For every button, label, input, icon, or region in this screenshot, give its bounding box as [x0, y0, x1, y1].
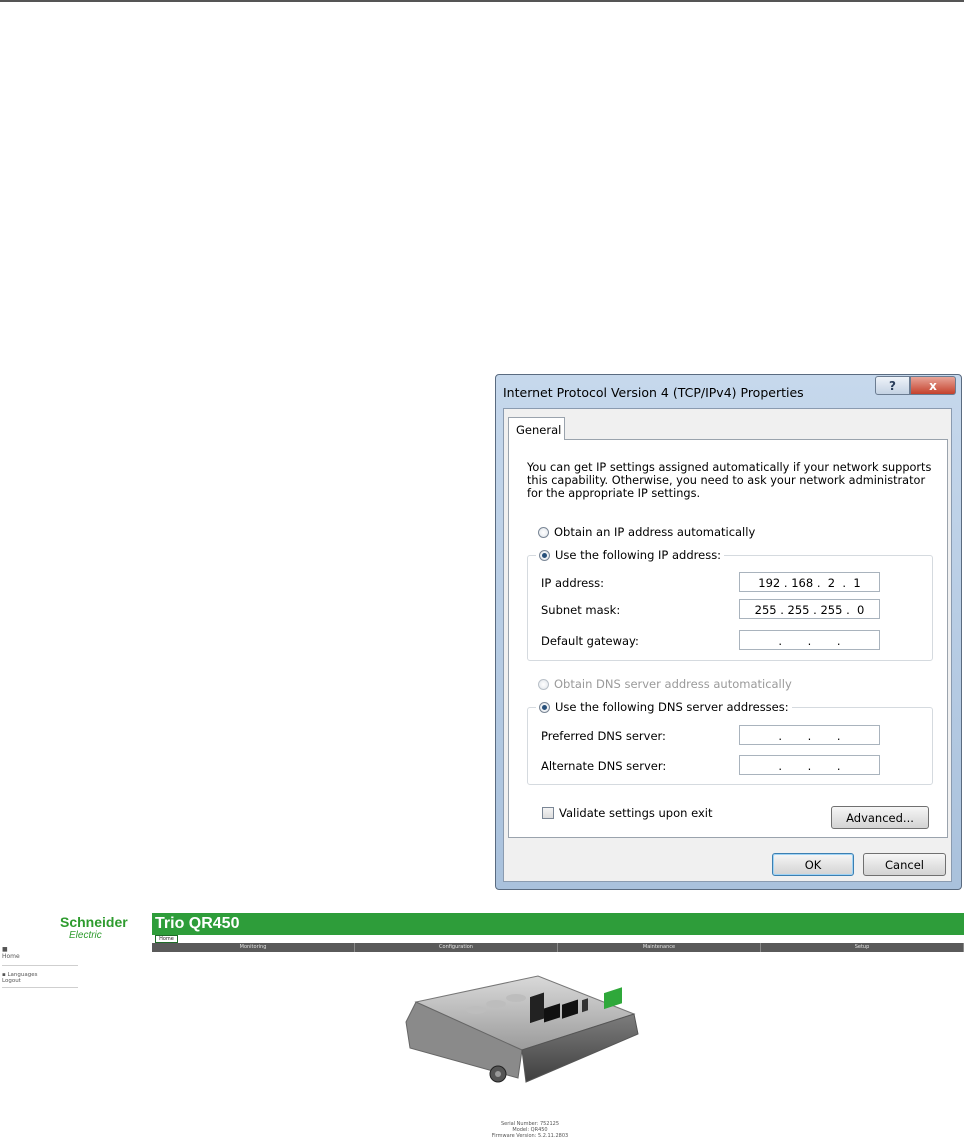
main-nav: Monitoring Configuration Maintenance Set… [152, 943, 964, 952]
home-icon: ■ [2, 946, 8, 953]
default-gateway-label: Default gateway: [541, 634, 639, 648]
ip-manual-option[interactable]: Use the following IP address: [536, 547, 725, 563]
validate-label: Validate settings upon exit [559, 806, 713, 820]
brand-name: Schneider [60, 914, 128, 930]
dns-auto-label: Obtain DNS server address automatically [554, 677, 792, 691]
sidebar-divider [2, 965, 78, 966]
nav-configuration[interactable]: Configuration [355, 943, 558, 952]
subnet-mask-field[interactable]: 255 . 255 . 255 . 0 [739, 599, 880, 619]
validate-checkbox[interactable] [542, 807, 554, 819]
dialog-titlebar[interactable]: Internet Protocol Version 4 (TCP/IPv4) P… [496, 375, 961, 409]
ip-address-label: IP address: [541, 576, 605, 590]
preferred-dns-field[interactable]: . . . [739, 725, 880, 745]
preferred-dns-label: Preferred DNS server: [541, 729, 666, 743]
ip-auto-option[interactable]: Obtain an IP address automatically [538, 524, 755, 540]
nav-maintenance[interactable]: Maintenance [558, 943, 761, 952]
ip-manual-label: Use the following IP address: [555, 548, 722, 562]
dialog-description: You can get IP settings assigned automat… [527, 461, 932, 500]
nav-monitoring[interactable]: Monitoring [152, 943, 355, 952]
sidebar-divider-2 [2, 987, 78, 988]
validate-option[interactable]: Validate settings upon exit [542, 805, 712, 821]
sidebar-logout-label[interactable]: Logout [2, 978, 21, 984]
close-icon: x [929, 378, 937, 393]
tab-general-label: General [516, 423, 562, 437]
app-header [152, 913, 964, 935]
device-image [405, 975, 639, 1083]
tab-general[interactable]: General [508, 417, 565, 440]
ip-manual-radio[interactable] [539, 549, 550, 561]
tab-home[interactable]: Home [155, 935, 178, 943]
dns-manual-option[interactable]: Use the following DNS server addresses: [536, 699, 792, 715]
dns-auto-radio[interactable] [538, 678, 549, 690]
default-gateway-field[interactable]: . . . [739, 630, 880, 650]
sidebar-home-label: Home [2, 953, 20, 960]
dns-auto-option[interactable]: Obtain DNS server address automatically [538, 676, 792, 692]
alternate-dns-label: Alternate DNS server: [541, 759, 667, 773]
dialog-title: Internet Protocol Version 4 (TCP/IPv4) P… [503, 385, 804, 400]
sidebar-item-languages[interactable]: ▪ Languages Logout [2, 972, 38, 984]
schneider-logo[interactable]: Schneider Electric [60, 914, 128, 942]
dns-manual-radio[interactable] [539, 701, 550, 713]
cancel-button[interactable]: Cancel [863, 853, 946, 876]
help-button[interactable]: ? [875, 376, 910, 395]
ip-auto-radio[interactable] [538, 526, 549, 538]
top-rule [0, 0, 964, 2]
subnet-mask-label: Subnet mask: [541, 603, 621, 617]
nav-setup[interactable]: Setup [761, 943, 964, 952]
ok-button[interactable]: OK [772, 853, 854, 876]
dns-manual-label: Use the following DNS server addresses: [555, 700, 789, 714]
app-title: Trio QR450 [155, 915, 240, 932]
device-info: Serial Number: 752125 Model: QR450 Firmw… [450, 1121, 610, 1139]
ip-auto-label: Obtain an IP address automatically [554, 525, 756, 539]
advanced-button[interactable]: Advanced... [831, 806, 929, 829]
firmware-version: Firmware Version: 5.2.11.2803 [491, 1133, 569, 1139]
brand-sub: Electric [69, 930, 102, 941]
close-button[interactable]: x [910, 376, 956, 395]
alternate-dns-field[interactable]: . . . [739, 755, 880, 775]
sidebar-item-home[interactable]: ■ Home [2, 946, 20, 960]
ipv4-properties-dialog: Internet Protocol Version 4 (TCP/IPv4) P… [495, 374, 962, 890]
ip-address-field[interactable]: 192 . 168 . 2 . 1 [739, 572, 880, 592]
